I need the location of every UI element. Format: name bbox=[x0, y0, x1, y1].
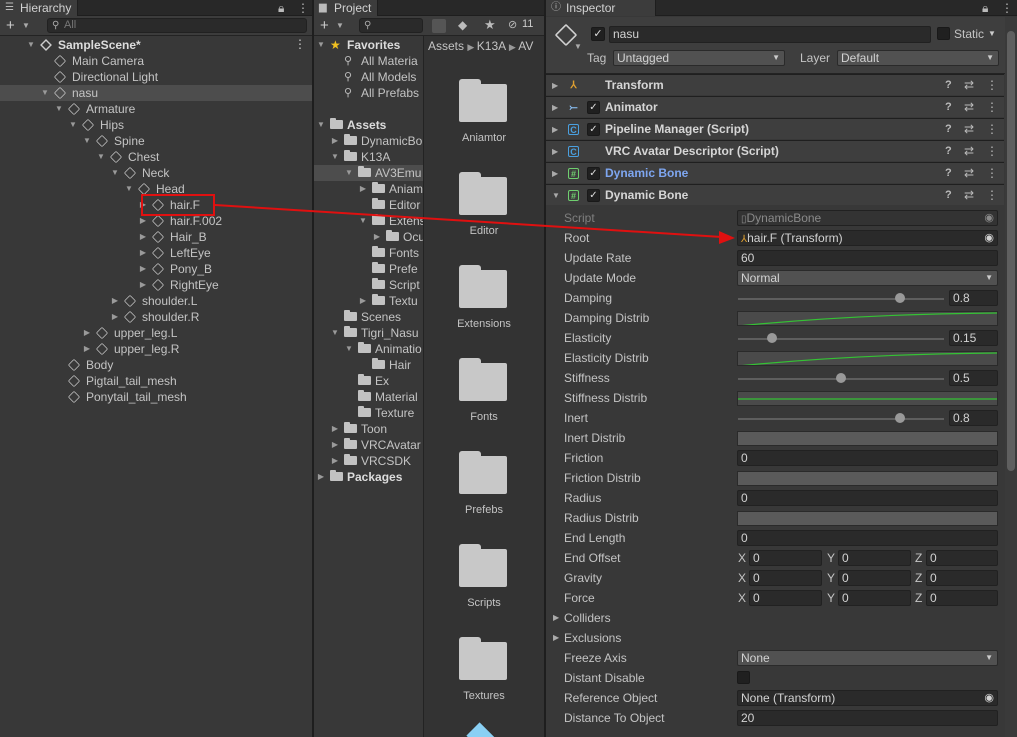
annotation-arrow bbox=[214, 204, 735, 244]
